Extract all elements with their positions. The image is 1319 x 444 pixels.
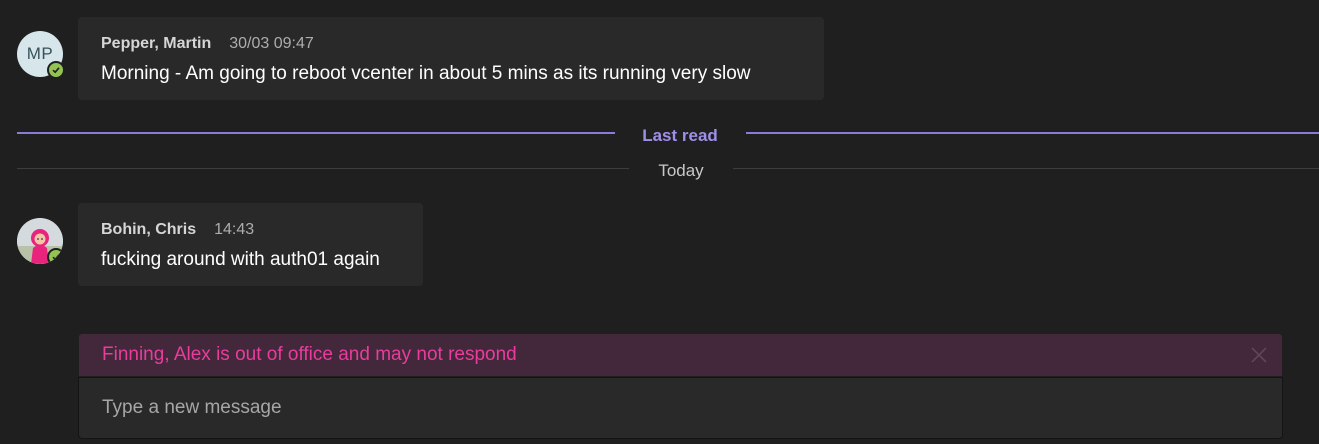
- date-divider-label: Today: [658, 161, 704, 180]
- message-bubble[interactable]: Pepper, Martin 30/03 09:47 Morning - Am …: [78, 17, 824, 100]
- avatar[interactable]: [17, 218, 63, 264]
- avatar-initials: MP: [26, 44, 54, 63]
- message-input[interactable]: [102, 394, 1252, 422]
- message-timestamp: 30/03 09:47: [229, 35, 314, 52]
- compose-box[interactable]: [78, 377, 1283, 439]
- last-read-divider-label: Last read: [642, 126, 718, 145]
- out-of-office-banner: Finning, Alex is out of office and may n…: [79, 334, 1282, 376]
- avatar[interactable]: MP: [17, 31, 65, 79]
- message-text: fucking around with auth01 again: [101, 249, 380, 270]
- presence-available-icon: [47, 248, 63, 264]
- message-timestamp: 14:43: [214, 221, 255, 238]
- presence-available-icon: [47, 61, 65, 79]
- message-text: Morning - Am going to reboot vcenter in …: [101, 63, 751, 84]
- out-of-office-text: Finning, Alex is out of office and may n…: [102, 344, 517, 365]
- date-divider-line-right: [733, 168, 1319, 169]
- message-author[interactable]: Pepper, Martin: [101, 35, 211, 53]
- message-meta: Pepper, Martin 30/03 09:47: [101, 35, 801, 53]
- message-author[interactable]: Bohin, Chris: [101, 221, 196, 239]
- last-read-divider-line-left: [17, 132, 615, 134]
- date-divider-line-left: [17, 168, 629, 169]
- last-read-divider-line-right: [746, 132, 1319, 134]
- chat-pane: MP Pepper, Martin 30/03 09:47 Morning - …: [0, 0, 1319, 444]
- message-bubble[interactable]: Bohin, Chris 14:43 fucking around with a…: [78, 203, 423, 286]
- close-icon[interactable]: [1250, 346, 1268, 364]
- message-meta: Bohin, Chris 14:43: [101, 221, 400, 239]
